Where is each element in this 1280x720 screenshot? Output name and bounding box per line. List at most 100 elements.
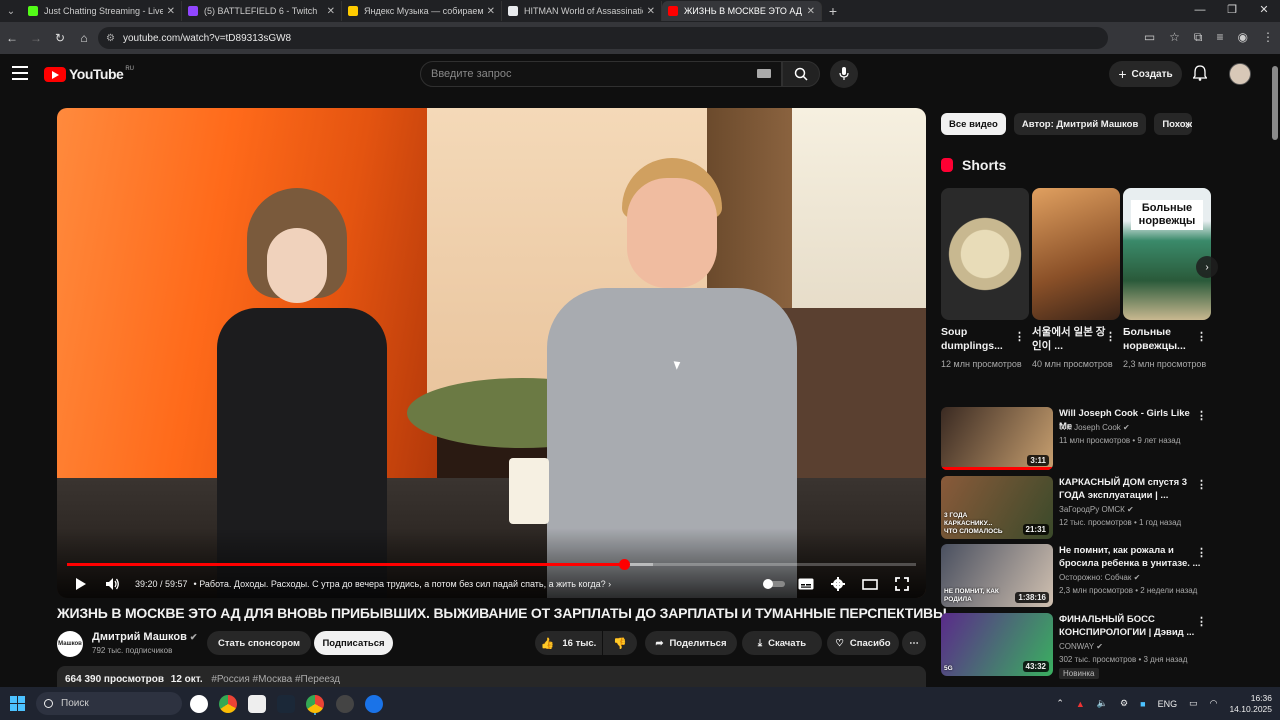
notifications-button[interactable] xyxy=(1192,65,1208,86)
recommended-video[interactable]: 3 ГОДА КАРКАСНИКУ... ЧТО СЛОМАЛОСЬ 21:31 К… xyxy=(941,476,1221,540)
filter-chip[interactable]: Автор: Дмитрий Машков xyxy=(1013,113,1147,135)
channel-name[interactable]: Дмитрий Машков ✔ xyxy=(92,631,197,643)
yandex-browser-icon[interactable] xyxy=(190,695,208,713)
short-thumbnail[interactable]: Больные норвежцы xyxy=(1123,188,1211,320)
browser-tab[interactable]: (5) BATTLEFIELD 6 - Twitch ✕ xyxy=(182,1,342,21)
more-vertical-icon[interactable]: ⋮ xyxy=(1196,615,1207,628)
browser-menu-icon[interactable]: ⋮ xyxy=(1262,30,1274,45)
share-button[interactable]: ➦ Поделиться xyxy=(645,631,737,655)
more-vertical-icon[interactable]: ⋮ xyxy=(1196,546,1207,559)
tab-close-icon[interactable]: ✕ xyxy=(807,6,815,17)
shorts-next-chevron-icon[interactable]: › xyxy=(1196,256,1218,278)
tab-close-icon[interactable]: ✕ xyxy=(327,6,335,17)
browser-tab[interactable]: HITMAN World of Assassinatio ✕ xyxy=(502,1,662,21)
app3-icon[interactable] xyxy=(365,695,383,713)
video-player[interactable]: 39:20 / 59:57 • Работа. Доходы. Расходы.… xyxy=(57,108,926,598)
video-thumbnail[interactable]: НЕ ПОМНИТ, КАК РОДИЛА 1:38:16 xyxy=(941,544,1053,607)
profile-icon[interactable]: ◉ xyxy=(1238,30,1248,45)
more-actions-button[interactable]: ⋯ xyxy=(902,631,926,655)
bookmark-star-icon[interactable]: ☆ xyxy=(1169,30,1180,45)
video-thumbnail[interactable]: 5G 43:32 xyxy=(941,613,1053,676)
channel-name[interactable]: Will Joseph Cook ✔ xyxy=(1059,423,1130,432)
tray-app-icon[interactable]: ▲ xyxy=(1076,699,1085,709)
chapter-title[interactable]: • Работа. Доходы. Расходы. С утра до веч… xyxy=(194,579,612,589)
menu-icon[interactable] xyxy=(12,66,28,80)
short-title[interactable]: 서울에서 일본 장인이 ... xyxy=(1032,325,1106,355)
short-item[interactable]: 서울에서 일본 장인이 ... 40 млн просмотров ⋮ xyxy=(1032,188,1120,370)
windows-start-icon[interactable] xyxy=(10,696,25,711)
chrome-icon[interactable] xyxy=(219,695,237,713)
language-indicator[interactable]: ENG xyxy=(1158,699,1178,709)
progress-bar[interactable] xyxy=(67,559,916,570)
search-button[interactable] xyxy=(782,61,820,87)
video-thumbnail[interactable]: 3 ГОДА КАРКАСНИКУ... ЧТО СЛОМАЛОСЬ 21:31 xyxy=(941,476,1053,539)
short-thumbnail[interactable] xyxy=(1032,188,1120,320)
display-icon[interactable]: ▭ xyxy=(1189,698,1198,709)
chrome-active-icon[interactable] xyxy=(306,695,324,713)
fullscreen-button[interactable] xyxy=(886,570,918,598)
short-item[interactable]: Больные норвежцы Больные норвежцы... 2,3 м… xyxy=(1123,188,1211,370)
recommended-video[interactable]: 3:11 Will Joseph Cook - Girls Like Me Will… xyxy=(941,407,1221,471)
video-title[interactable]: Не помнит, как рожала и бросила ребенка … xyxy=(1059,544,1203,570)
tab-close-icon[interactable]: ✕ xyxy=(487,6,495,17)
filter-chip[interactable]: Все видео xyxy=(941,113,1006,135)
subtitles-button[interactable] xyxy=(790,570,822,598)
short-item[interactable]: Soup dumplings... 12 млн просмотров ⋮ xyxy=(941,188,1029,370)
dislike-button[interactable]: 👎 xyxy=(603,631,637,655)
channel-avatar[interactable]: Машков xyxy=(57,631,83,657)
create-button[interactable]: + Создать xyxy=(1109,61,1182,87)
volume-button[interactable] xyxy=(97,570,129,598)
speaker-icon[interactable]: 🔈 xyxy=(1097,698,1108,709)
keyboard-icon[interactable] xyxy=(757,69,771,78)
browser-tab[interactable]: ЖИЗНЬ В МОСКВЕ ЭТО АД Д ✕ xyxy=(662,1,822,21)
hashtags[interactable]: #Россия #Москва #Переезд xyxy=(211,674,340,685)
more-vertical-icon[interactable]: ⋮ xyxy=(1014,330,1025,343)
search-input[interactable]: Введите запрос xyxy=(420,61,782,87)
more-vertical-icon[interactable]: ⋮ xyxy=(1196,409,1207,422)
recommended-video[interactable]: 5G 43:32 ФИНАЛЬНЫЙ БОСС КОНСПИРОЛОГИИ | Дэ… xyxy=(941,613,1221,679)
more-vertical-icon[interactable]: ⋮ xyxy=(1196,478,1207,491)
clock[interactable]: 16:36 14.10.2025 xyxy=(1229,693,1272,715)
channel-name[interactable]: CONWAY ✔ xyxy=(1059,642,1103,651)
settings-button[interactable] xyxy=(822,570,854,598)
scrubber-handle[interactable] xyxy=(618,559,630,570)
extensions-icon[interactable]: ⧉ xyxy=(1194,30,1203,45)
youtube-logo[interactable]: YouTube RU xyxy=(44,66,134,82)
address-bar[interactable]: ⚙ youtube.com/watch?v=tD89313sGW8 xyxy=(98,27,1108,49)
thanks-button[interactable]: ♡ Спасибо xyxy=(827,631,899,655)
subscribe-button[interactable]: Подписаться xyxy=(314,631,393,655)
video-title[interactable]: ФИНАЛЬНЫЙ БОСС КОНСПИРОЛОГИИ | Дэвид ... xyxy=(1059,613,1203,639)
tab-close-icon[interactable]: ✕ xyxy=(167,6,175,17)
steam-icon[interactable] xyxy=(277,695,295,713)
account-avatar[interactable] xyxy=(1229,63,1251,85)
short-title[interactable]: Больные норвежцы... xyxy=(1123,325,1197,355)
browser-tab[interactable]: Яндекс Музыка — собираем ✕ xyxy=(342,1,502,21)
maximize-icon[interactable]: ❐ xyxy=(1216,0,1248,22)
tray-app2-icon[interactable]: ⚙ xyxy=(1120,698,1128,709)
reload-icon[interactable]: ↻ xyxy=(48,31,72,45)
theater-mode-button[interactable] xyxy=(854,570,886,598)
chips-next-chevron-icon[interactable]: › xyxy=(1186,118,1190,132)
tray-app3-icon[interactable]: ■ xyxy=(1140,699,1145,709)
taskbar-search[interactable]: Поиск xyxy=(36,692,182,715)
tab-search-chevron-icon[interactable]: ⌄ xyxy=(0,0,22,22)
more-vertical-icon[interactable]: ⋮ xyxy=(1196,330,1207,343)
close-window-icon[interactable]: ✕ xyxy=(1248,0,1280,22)
video-title[interactable]: КАРКАСНЫЙ ДОМ спустя 3 ГОДА эксплуатации… xyxy=(1059,476,1203,502)
play-button[interactable] xyxy=(65,570,97,598)
page-scrollbar[interactable] xyxy=(1270,54,1280,687)
new-tab-button[interactable]: + xyxy=(822,3,844,19)
sponsor-button[interactable]: Стать спонсором xyxy=(207,631,311,655)
short-thumbnail[interactable] xyxy=(941,188,1029,320)
media-icon[interactable]: ≡ xyxy=(1217,30,1224,45)
tab-close-icon[interactable]: ✕ xyxy=(647,6,655,17)
short-title[interactable]: Soup dumplings... xyxy=(941,325,1015,355)
app2-icon[interactable] xyxy=(336,695,354,713)
tray-chevron-up-icon[interactable]: ⌃ xyxy=(1056,698,1064,709)
voice-search-button[interactable] xyxy=(830,60,858,88)
minimize-icon[interactable]: — xyxy=(1184,0,1216,22)
network-icon[interactable]: ◠ xyxy=(1210,698,1218,709)
forward-icon[interactable]: → xyxy=(24,31,48,45)
channel-name[interactable]: Осторожно: Собчак ✔ xyxy=(1059,573,1140,582)
autoplay-toggle[interactable] xyxy=(758,570,790,598)
